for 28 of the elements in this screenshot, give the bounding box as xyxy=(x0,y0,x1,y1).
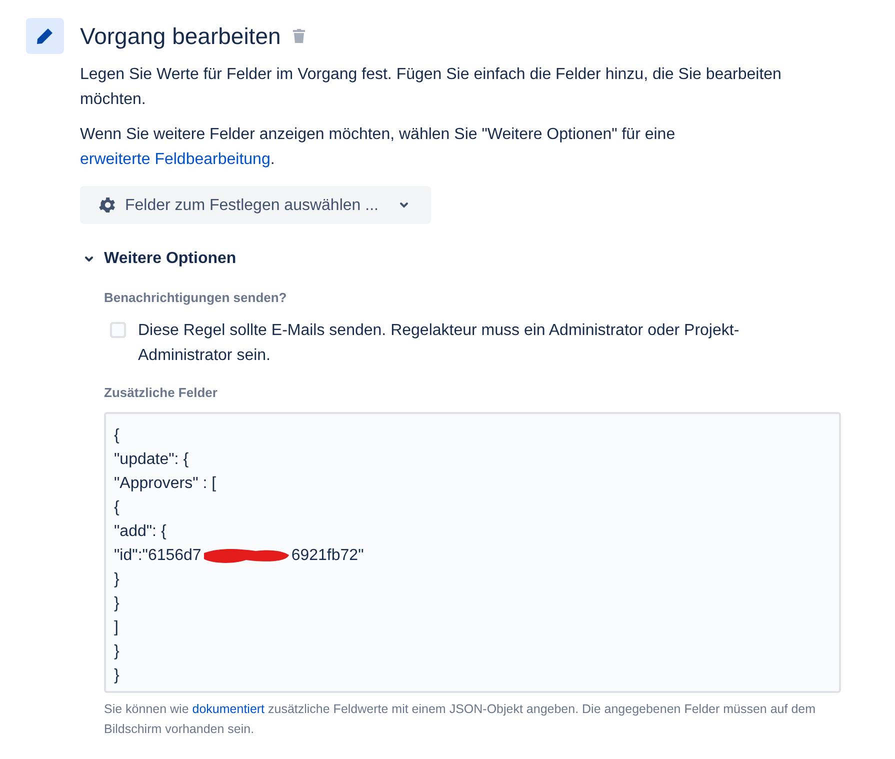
checkbox-label: Diese Regel sollte E-Mails senden. Regelakteur muss ein Administrator oder Projekt-Administrator sein. xyxy=(138,321,740,366)
json-field[interactable]: { "update": { "Approvers" : [ { "add": { "id":"6156d7 6921fb72" } } ] } } xyxy=(104,412,841,693)
code-line: } xyxy=(114,666,120,686)
section-toggle[interactable]: Weitere Optionen xyxy=(104,246,236,271)
code-line: ] xyxy=(114,618,118,638)
code-line: { xyxy=(114,426,120,446)
code-line: } xyxy=(114,570,120,590)
advanced-editing-link[interactable]: erweiterte Feldbearbeitung xyxy=(80,151,270,168)
trash-icon[interactable] xyxy=(292,29,305,43)
field-label: Zusätzliche Felder xyxy=(104,384,218,402)
pencil-icon xyxy=(26,18,64,54)
code-line: 6921fb72" xyxy=(291,546,364,566)
help-text: Sie können wie dokumentiert zusätzliche Feldwerte mit einem JSON-Objekt angeben. Die angegebenen Felder müssen auf dem Bildschirm vorhanden sein. xyxy=(104,701,817,738)
code-line: "add": { xyxy=(114,522,166,542)
documentation-link[interactable]: dokumentiert xyxy=(192,702,265,716)
intro-text: Legen Sie Werte für Felder im Vorgang fest. Fügen Sie einfach die Felder hinzu, die Sie bearbeiten möchten. xyxy=(80,65,782,110)
field-label: Benachrichtigungen senden? xyxy=(104,289,288,307)
code-line: "id":"6156d7 xyxy=(114,546,202,566)
page-title: Vorgang bearbeiten xyxy=(80,22,281,51)
code-line: "update": { xyxy=(114,450,189,470)
gear-icon xyxy=(97,195,117,215)
code-line: } xyxy=(114,642,120,662)
checkbox[interactable] xyxy=(110,322,126,338)
info-text: Wenn Sie weitere Felder anzeigen möchten, wählen Sie "Weitere Optionen" für eine erweiterte Feldbearbeitung. xyxy=(80,125,676,170)
field-picker-button[interactable]: Felder zum Festlegen auswählen ... xyxy=(80,186,431,224)
code-line: "Approvers" : [ xyxy=(114,474,216,494)
code-line: } xyxy=(114,594,120,614)
code-line: { xyxy=(114,498,120,518)
